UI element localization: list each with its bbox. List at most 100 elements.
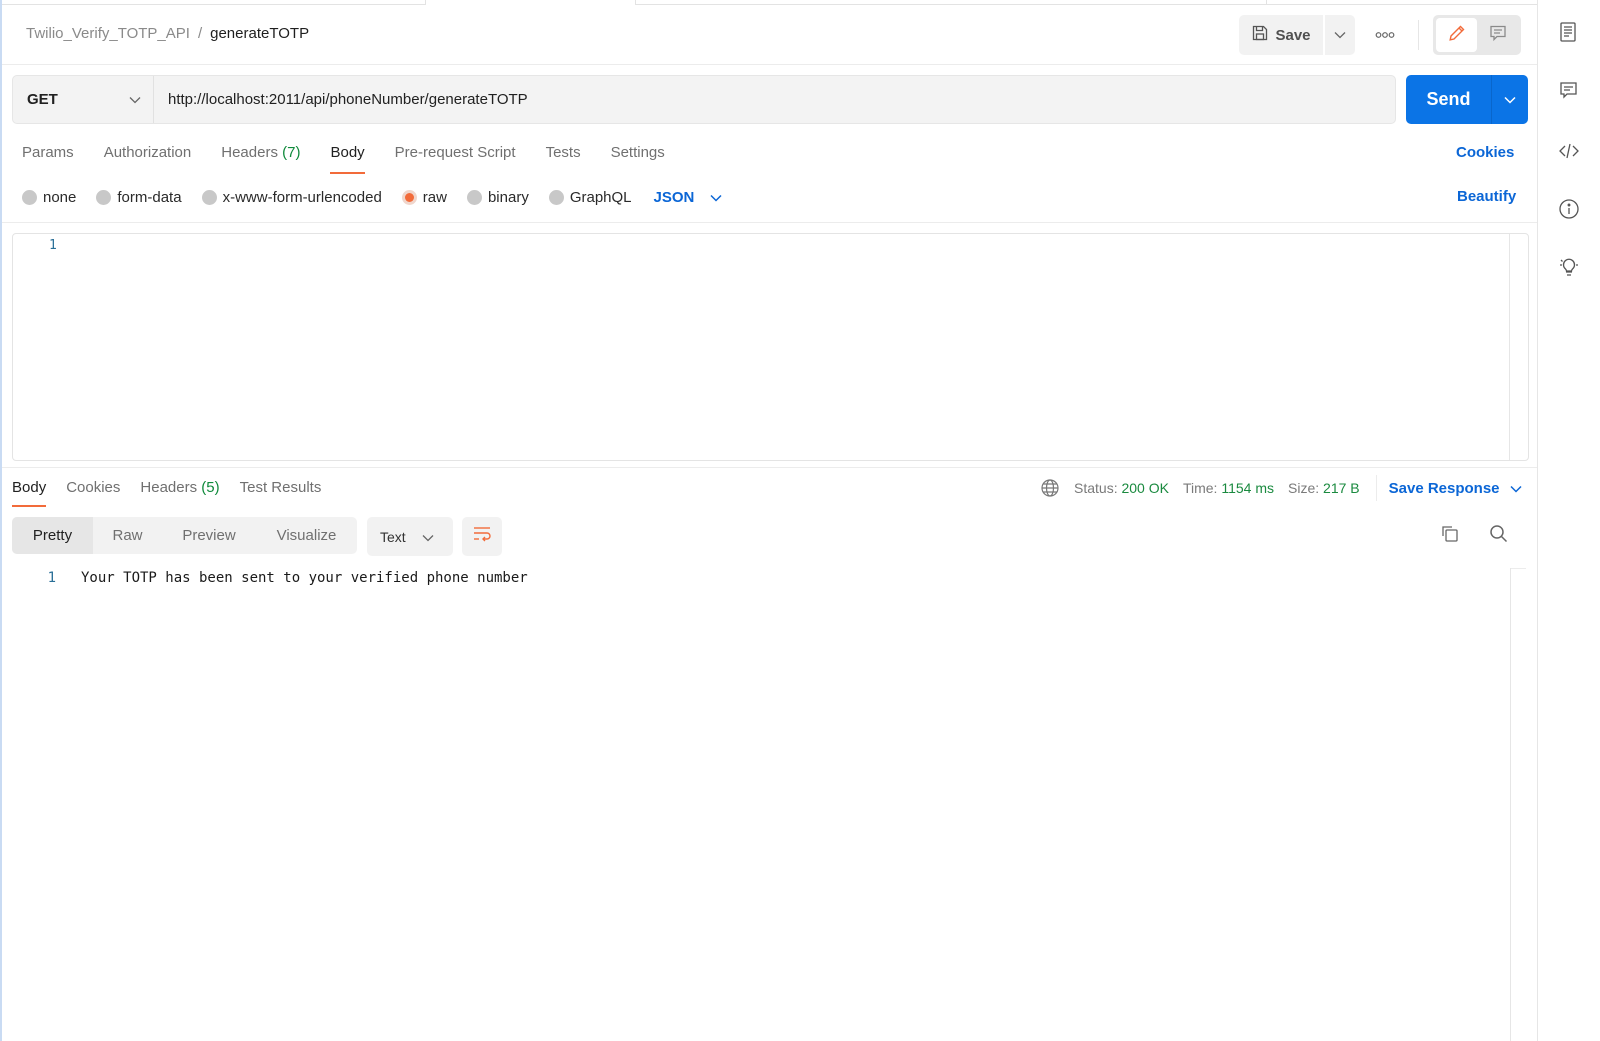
body-type-radios: none form-data x-www-form-urlencoded raw… [22, 186, 722, 208]
status-label: Status: [1074, 480, 1118, 496]
request-body-editor[interactable]: 1 [12, 233, 1529, 461]
info-button[interactable] [1558, 198, 1582, 225]
request-tabs: Params Authorization Headers (7) Body Pr… [22, 140, 695, 174]
comment-icon [1489, 24, 1507, 47]
tab-tests[interactable]: Tests [546, 140, 581, 174]
size-label: Size: [1288, 480, 1320, 496]
view-mode-raw[interactable]: Raw [93, 517, 162, 554]
tab-label: Tests [545, 144, 581, 161]
radio-none[interactable]: none [22, 189, 76, 206]
radio-dot [96, 189, 112, 205]
comments-icon [1558, 80, 1580, 107]
save-response-label: Save Response [1388, 479, 1500, 497]
send-options-button[interactable] [1492, 75, 1528, 124]
comments-button[interactable] [1558, 81, 1582, 105]
line-number: 1 [47, 570, 56, 586]
tab-label: Params [22, 144, 74, 161]
tab-label: Test Results [239, 479, 322, 496]
cookies-link[interactable]: Cookies [1456, 144, 1514, 161]
documentation-button[interactable] [1558, 21, 1582, 48]
view-mode-preview[interactable]: Preview [162, 517, 256, 554]
response-body[interactable]: 1 Your TOTP has been sent to your verifi… [12, 566, 1528, 1041]
pencil-icon [1448, 24, 1466, 47]
tab-label: Headers [221, 144, 278, 161]
comment-mode-button[interactable] [1477, 18, 1518, 52]
breadcrumb-separator: / [197, 25, 203, 42]
radio-dot [466, 189, 482, 205]
radio-dot-selected [401, 189, 417, 205]
radio-binary[interactable]: binary [466, 188, 529, 206]
save-response-button[interactable]: Save Response [1389, 480, 1522, 497]
url-input[interactable]: http://localhost:2011/api/phoneNumber/ge… [154, 76, 1395, 123]
request-header: Twilio_Verify_TOTP_API / generateTOTP Sa… [2, 5, 1538, 65]
response-tab-cookies[interactable]: Cookies [66, 476, 120, 507]
radio-x-www-form-urlencoded[interactable]: x-www-form-urlencoded [201, 188, 382, 206]
radio-label: GraphQL [569, 188, 632, 206]
tab-authorization[interactable]: Authorization [104, 140, 192, 174]
copy-icon [1440, 524, 1460, 549]
save-options-button[interactable] [1325, 15, 1355, 55]
radio-label: binary [487, 188, 529, 206]
tab-label: Settings [610, 144, 665, 161]
method-select[interactable]: GET [13, 76, 154, 123]
response-headers-count: (5) [201, 479, 220, 496]
info-icon [1558, 198, 1580, 225]
wrap-lines-button[interactable] [462, 517, 502, 556]
tab-body[interactable]: Body [330, 140, 365, 174]
send-button[interactable]: Send [1406, 75, 1492, 124]
suggestions-button[interactable] [1558, 257, 1582, 281]
response-text: Your TOTP has been sent to your verified… [81, 570, 528, 586]
wrap-lines-icon [472, 525, 492, 548]
line-number: 1 [49, 238, 57, 253]
tab-label: Body [12, 479, 47, 496]
search-response-button[interactable] [1486, 522, 1512, 550]
view-mode-pretty[interactable]: Pretty [12, 517, 93, 554]
edit-mode-button[interactable] [1436, 18, 1477, 52]
editor-scrollbar[interactable] [1509, 234, 1510, 460]
tab-label: Pre-request Script [394, 144, 516, 161]
copy-response-button[interactable] [1437, 522, 1463, 550]
response-tab-test-results[interactable]: Test Results [240, 476, 322, 507]
radio-label: x-www-form-urlencoded [222, 188, 382, 206]
response-format-select[interactable]: Text [367, 517, 453, 556]
beautify-link[interactable]: Beautify [1457, 188, 1516, 205]
documentation-icon [1558, 21, 1580, 48]
globe-icon[interactable] [1040, 478, 1060, 498]
time: Time: 1154 ms [1183, 480, 1274, 496]
tab-pre-request-script[interactable]: Pre-request Script [395, 140, 516, 174]
breadcrumb: Twilio_Verify_TOTP_API / generateTOTP [26, 25, 309, 42]
view-mode-visualize[interactable]: Visualize [256, 517, 357, 554]
divider [2, 222, 1538, 223]
chevron-down-icon [1334, 26, 1346, 44]
radio-form-data[interactable]: form-data [96, 189, 182, 206]
tab-headers[interactable]: Headers (7) [221, 140, 300, 174]
headers-count: (7) [282, 144, 301, 161]
raw-language-select[interactable]: JSON [654, 189, 723, 206]
response-tab-body[interactable]: Body [12, 476, 47, 507]
url-bar: GET http://localhost:2011/api/phoneNumbe… [12, 75, 1396, 124]
radio-raw[interactable]: raw [401, 189, 447, 206]
divider [2, 467, 1538, 468]
save-label: Save [1275, 26, 1311, 44]
breadcrumb-collection[interactable]: Twilio_Verify_TOTP_API [26, 25, 190, 42]
save-button[interactable]: Save [1239, 15, 1323, 55]
code-icon [1558, 140, 1580, 167]
radio-graphql[interactable]: GraphQL [548, 188, 632, 206]
response-tabs: Body Cookies Headers (5) Test Results [12, 476, 341, 507]
tab-label: Body [330, 144, 365, 161]
response-view-modes: Pretty Raw Preview Visualize [12, 517, 357, 554]
response-scrollbar[interactable] [1510, 568, 1511, 1041]
search-icon [1489, 524, 1509, 549]
radio-label: none [43, 188, 77, 206]
chevron-down-icon [422, 529, 434, 545]
more-actions-button[interactable] [1365, 15, 1405, 55]
response-tab-headers[interactable]: Headers (5) [140, 476, 219, 507]
chevron-down-icon [1509, 480, 1522, 497]
tab-settings[interactable]: Settings [611, 140, 665, 174]
code-snippet-button[interactable] [1558, 141, 1582, 165]
right-sidebar [1537, 0, 1600, 1041]
tab-params[interactable]: Params [22, 140, 74, 174]
breadcrumb-request-name[interactable]: generateTOTP [210, 25, 309, 42]
chevron-down-icon [710, 189, 722, 206]
time-value: 1154 ms [1221, 480, 1275, 496]
